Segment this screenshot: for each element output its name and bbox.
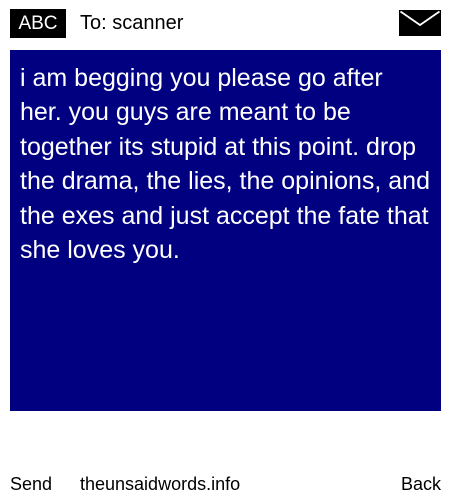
header-bar: ABC To: scanner <box>0 0 450 48</box>
send-button[interactable]: Send <box>10 470 52 498</box>
back-button[interactable]: Back <box>401 470 441 498</box>
input-mode-badge[interactable]: ABC <box>10 9 66 38</box>
site-link[interactable]: theunsaidwords.info <box>80 470 240 498</box>
message-body[interactable]: i am begging you please go after her. yo… <box>10 50 441 411</box>
envelope-icon <box>399 10 441 36</box>
message-text: i am begging you please go after her. yo… <box>20 64 430 265</box>
recipient-line: To: scanner <box>80 12 184 34</box>
softkey-bar: Send theunsaidwords.info Back <box>0 470 450 498</box>
